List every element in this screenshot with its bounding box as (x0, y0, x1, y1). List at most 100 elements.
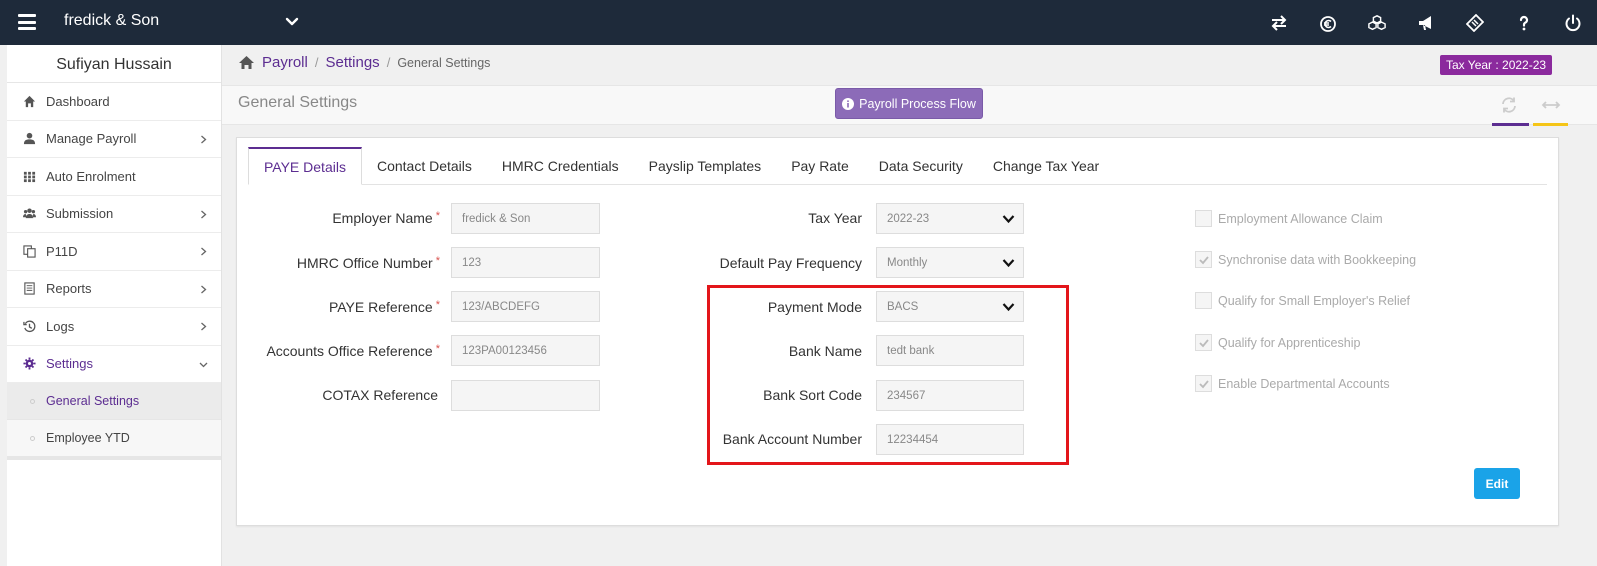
gear-icon (21, 357, 37, 371)
sidebar-item-settings[interactable]: Settings (7, 346, 221, 383)
tab-payslip-templates[interactable]: Payslip Templates (634, 147, 777, 185)
default-pay-frequency-value: Monthly (887, 256, 928, 269)
small-employers-relief-row[interactable]: Qualify for Small Employer's Relief (1195, 292, 1410, 309)
payroll-process-flow-label: Payroll Process Flow (859, 96, 976, 111)
tax-year-label: Tax Year (808, 210, 862, 226)
sidebar-subitem-label: General Settings (46, 394, 140, 408)
sidebar-subitem-label: Employee YTD (46, 431, 130, 445)
qualify-apprenticeship-row[interactable]: Qualify for Apprenticeship (1195, 334, 1360, 351)
synchronise-bookkeeping-row[interactable]: Synchronise data with Bookkeeping (1195, 251, 1416, 268)
employment-allowance-claim-row[interactable]: Employment Allowance Claim (1195, 210, 1383, 227)
required-mark: * (435, 299, 440, 311)
breadcrumb-payroll-link[interactable]: Payroll (262, 54, 308, 71)
sidebar-item-logs[interactable]: Logs (7, 308, 221, 346)
breadcrumb-separator: / (386, 55, 391, 70)
chevron-right-icon (201, 322, 207, 331)
user-name: Sufiyan Hussain (7, 45, 221, 83)
page-title: General Settings (238, 94, 358, 111)
chevron-down-icon (1002, 259, 1015, 268)
chevron-right-icon (201, 135, 207, 143)
sidebar-item-auto-enrolment[interactable]: Auto Enrolment (7, 158, 221, 196)
employment-allowance-claim-checkbox[interactable] (1195, 210, 1212, 227)
users-icon (21, 207, 37, 221)
sidebar-subitem-employee-ytd[interactable]: Employee YTD (7, 420, 221, 457)
sidebar-subitem-general-settings[interactable]: General Settings (7, 383, 221, 420)
currency-icon[interactable] (1303, 0, 1352, 45)
breadcrumb-current: General Settings (397, 55, 491, 70)
sidebar-item-submission[interactable]: Submission (7, 196, 221, 233)
checkbox-label: Enable Departmental Accounts (1218, 376, 1390, 391)
label-text: Accounts Office Reference (266, 343, 433, 359)
label-text: Employer Name (332, 210, 433, 226)
required-mark: * (435, 210, 440, 222)
cotax-reference-field[interactable] (451, 380, 600, 411)
hmrc-office-number-field[interactable]: 123 (451, 247, 600, 278)
copy-icon (21, 244, 37, 258)
departmental-accounts-row[interactable]: Enable Departmental Accounts (1195, 375, 1390, 392)
document-icon (21, 282, 37, 296)
tax-year-badge: Tax Year : 2022-23 (1440, 55, 1553, 75)
grid-icon (21, 169, 37, 183)
edit-button[interactable]: Edit (1474, 468, 1520, 499)
ticket-icon[interactable] (1450, 0, 1499, 45)
employer-name-field[interactable]: fredick & Son (451, 203, 600, 234)
employer-name-label: Employer Name * (250, 210, 440, 226)
help-icon[interactable] (1499, 0, 1548, 45)
synchronise-bookkeeping-checkbox[interactable] (1195, 251, 1212, 268)
home-icon (21, 94, 37, 108)
sidebar-item-label: Settings (46, 356, 93, 372)
user-icon (21, 132, 37, 146)
tab-pay-rate[interactable]: Pay Rate (776, 147, 864, 185)
chevron-down-icon (199, 362, 208, 367)
checkmark-icon (1199, 256, 1209, 265)
tax-year-select[interactable]: 2022-23 (876, 203, 1024, 234)
checkbox-label: Employment Allowance Claim (1218, 211, 1383, 226)
swap-icon[interactable] (1254, 0, 1303, 45)
company-name[interactable]: fredick & Son (64, 12, 159, 30)
megaphone-icon[interactable] (1401, 0, 1450, 45)
breadcrumb-separator: / (314, 55, 319, 70)
cubes-icon[interactable] (1352, 0, 1401, 45)
sidebar-item-reports[interactable]: Reports (7, 271, 221, 308)
checkbox-label: Qualify for Small Employer's Relief (1218, 293, 1411, 308)
departmental-accounts-checkbox[interactable] (1195, 375, 1212, 392)
label-text: HMRC Office Number (296, 255, 433, 271)
sidebar-item-label: Submission (46, 206, 114, 222)
chevron-right-icon (201, 247, 207, 256)
sidebar-item-label: Reports (46, 281, 92, 297)
accounts-office-reference-label: Accounts Office Reference * (250, 343, 440, 359)
tab-data-security[interactable]: Data Security (864, 147, 978, 185)
sidebar-item-manage-payroll[interactable]: Manage Payroll (7, 121, 221, 158)
highlight-annotation-box (707, 285, 1069, 465)
qualify-apprenticeship-checkbox[interactable] (1195, 334, 1212, 351)
tab-contact-details[interactable]: Contact Details (362, 147, 487, 185)
hamburger-menu-icon[interactable] (18, 14, 36, 30)
small-employers-relief-checkbox[interactable] (1195, 292, 1212, 309)
paye-reference-label: PAYE Reference * (250, 299, 440, 315)
refresh-icon[interactable] (1500, 96, 1518, 114)
chevron-down-icon[interactable] (284, 14, 300, 30)
checkmark-icon (1199, 380, 1209, 389)
payroll-process-flow-button[interactable]: Payroll Process Flow (835, 88, 983, 119)
sidebar-item-p11d[interactable]: P11D (7, 233, 221, 271)
required-mark: * (435, 343, 440, 355)
breadcrumb-settings-link[interactable]: Settings (325, 54, 379, 71)
bullet-icon (30, 436, 35, 441)
power-icon[interactable] (1548, 0, 1597, 45)
expand-horizontal-icon[interactable] (1541, 97, 1561, 113)
label-text: PAYE Reference (328, 299, 433, 315)
tab-paye-details[interactable]: PAYE Details (248, 147, 362, 185)
top-navbar: fredick & Son (0, 0, 1597, 45)
tab-hmrc-credentials[interactable]: HMRC Credentials (487, 147, 634, 185)
tax-year-value: 2022-23 (887, 212, 930, 225)
accounts-office-reference-field[interactable]: 123PA00123456 (451, 335, 600, 366)
home-icon[interactable] (238, 55, 255, 70)
sidebar-item-dashboard[interactable]: Dashboard (7, 83, 221, 121)
default-pay-frequency-label: Default Pay Frequency (719, 255, 862, 271)
checkbox-label: Synchronise data with Bookkeeping (1218, 252, 1417, 267)
tab-change-tax-year[interactable]: Change Tax Year (978, 147, 1114, 185)
chevron-right-icon (201, 285, 207, 293)
paye-reference-field[interactable]: 123/ABCDEFG (451, 291, 600, 322)
checkbox-label: Qualify for Apprenticeship (1218, 335, 1361, 350)
default-pay-frequency-select[interactable]: Monthly (876, 247, 1024, 278)
